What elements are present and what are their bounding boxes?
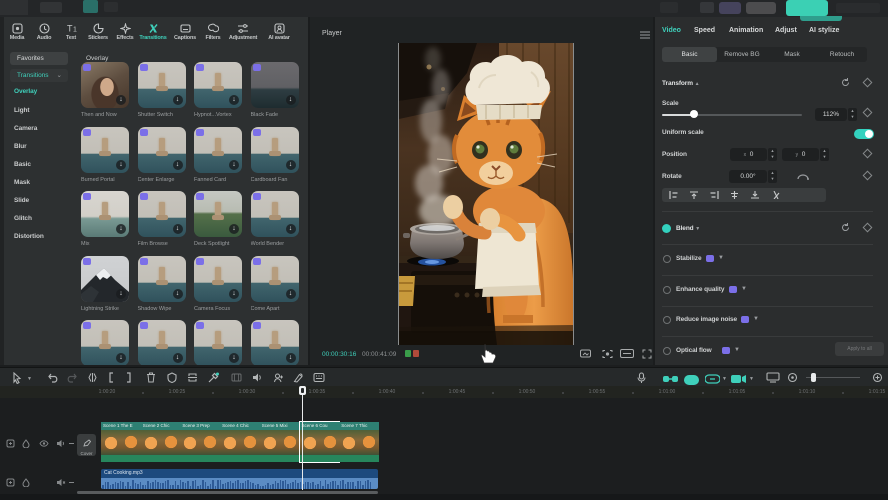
- svg-text:1: 1: [73, 27, 77, 34]
